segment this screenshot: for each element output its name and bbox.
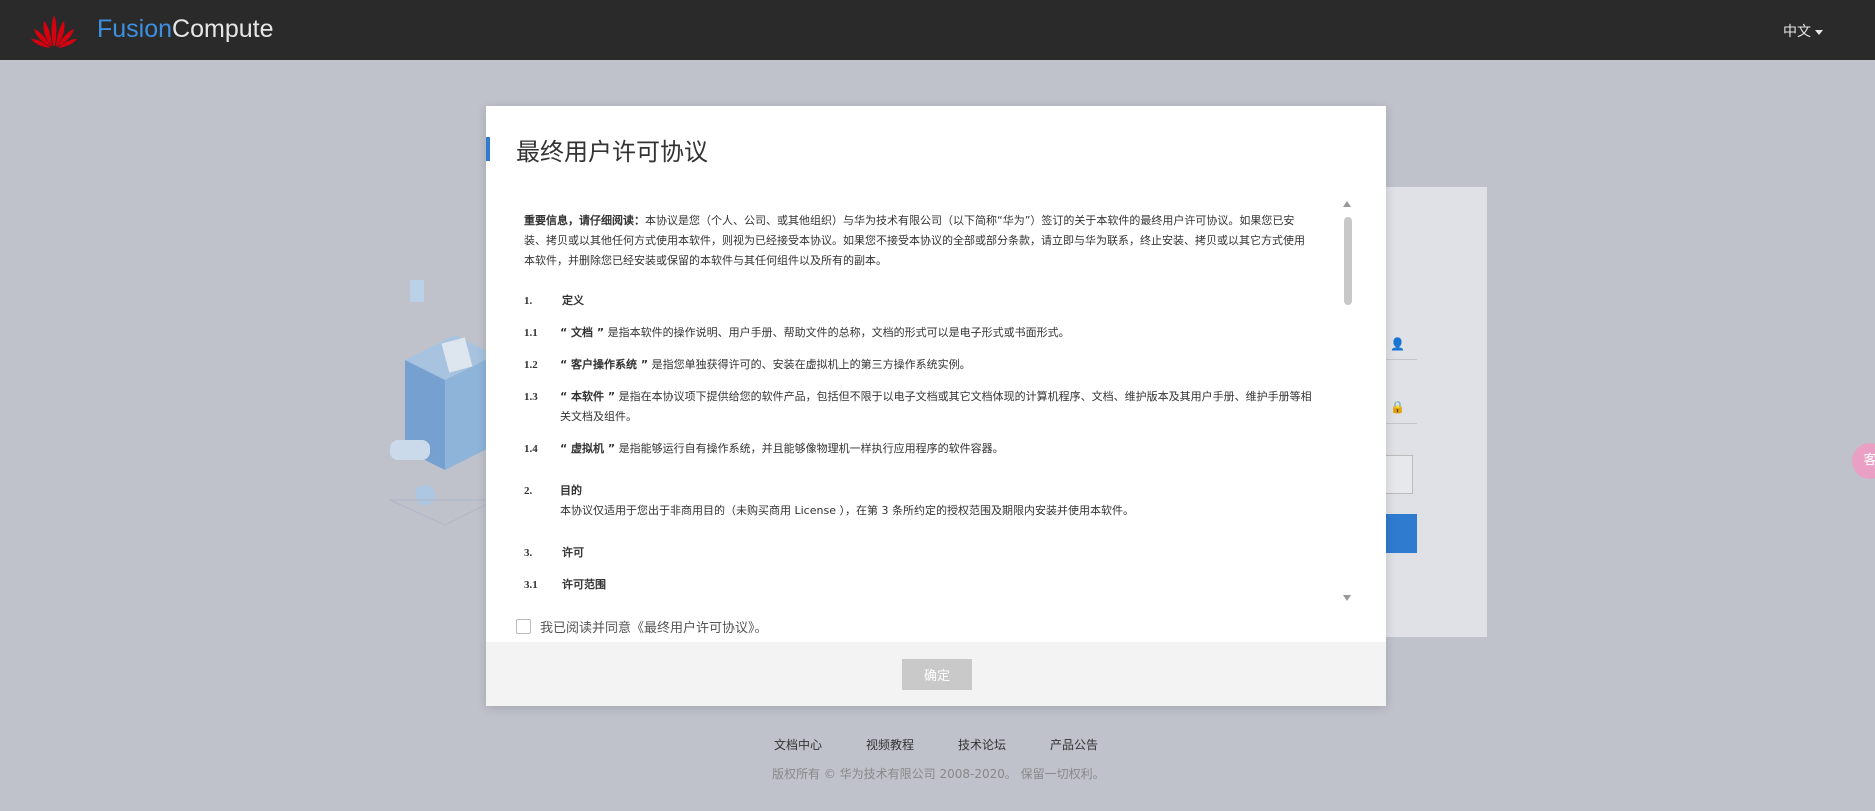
top-bar: FusionCompute 中文 [0,0,1875,60]
password-underline [1385,423,1417,424]
user-icon: 👤 [1390,337,1405,351]
login-button[interactable] [1385,514,1417,553]
caret-down-icon [1815,29,1823,35]
copyright-text: 版权所有 © 华为技术有限公司 2008-2020。 保留一切权利。 [772,767,1105,781]
scroll-thumb[interactable] [1344,217,1352,305]
agree-row[interactable]: 我已阅读并同意《最终用户许可协议》。 [516,617,768,636]
intro-paragraph: 重要信息，请仔细阅读：本协议是您（个人、公司、或其他组织）与华为技术有限公司（以… [524,214,1305,267]
purpose-section: 2. 目的 本协议仅适用于您出于非商用目的（未购买商用 License ），在第 … [524,484,1134,517]
brand-name: FusionCompute [97,15,274,43]
definition-item: 1.4 “ 虚拟机 ” 是指能够运行自有操作系统，并且能够像物理机一样执行应用程… [524,442,1004,455]
scroll-down-arrow-icon[interactable] [1343,595,1351,601]
side-chat-button[interactable]: 客 [1852,443,1875,479]
content-scrollbar[interactable] [1341,201,1353,601]
footer-link-videos[interactable]: 视频教程 [866,736,914,753]
license-heading: 3. 许可 [524,546,584,559]
section-heading: 1. 定义 [524,294,584,307]
agree-checkbox[interactable] [516,619,531,634]
lock-icon: 🔒 [1390,400,1405,414]
definition-item: 1.1 “ 文档 ” 是指本软件的操作说明、用户手册、帮助文件的总称，文档的形式… [524,326,1070,339]
scroll-up-arrow-icon[interactable] [1343,201,1351,207]
definition-item: 1.3 “ 本软件 ” 是指在本协议项下提供给您的软件产品，包括但不限于以电子文… [524,390,1312,423]
footer-link-forum[interactable]: 技术论坛 [958,736,1006,753]
dialog-footer: 确定 [486,642,1386,706]
confirm-button[interactable]: 确定 [902,659,972,690]
eula-content[interactable]: 重要信息，请仔细阅读：本协议是您（个人、公司、或其他组织）与华为技术有限公司（以… [524,211,1314,601]
language-selector[interactable]: 中文 [1783,21,1823,41]
captcha-input[interactable] [1385,455,1413,494]
footer-link-announcements[interactable]: 产品公告 [1050,736,1098,753]
footer-link-docs[interactable]: 文档中心 [774,736,822,753]
huawei-logo-icon [31,15,77,48]
license-scope-heading: 3.1 许可范围 [524,578,606,591]
footer-links: 文档中心 视频教程 技术论坛 产品公告 [774,736,1142,753]
definition-item: 1.2 “ 客户操作系统 ” 是指您单独获得许可的、安装在虚拟机上的第三方操作系… [524,358,971,371]
eula-dialog: 最终用户许可协议 重要信息，请仔细阅读：本协议是您（个人、公司、或其他组织）与华… [486,106,1386,706]
dialog-title: 最终用户许可协议 [516,138,708,166]
agree-label[interactable]: 我已阅读并同意《最终用户许可协议》。 [540,617,768,636]
username-underline [1385,359,1417,360]
title-accent-bar [486,137,490,161]
